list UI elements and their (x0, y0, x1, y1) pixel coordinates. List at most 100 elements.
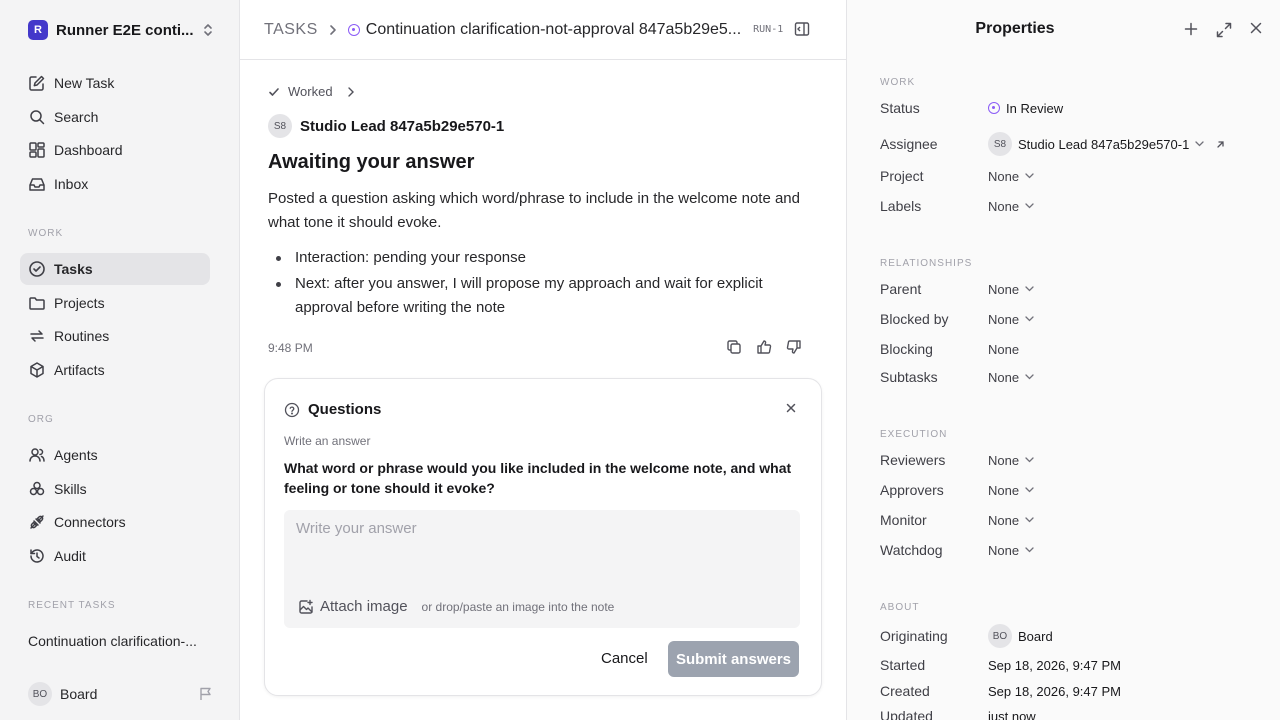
nav-routines[interactable]: Routines (20, 320, 210, 352)
section-label-recent: RECENT TASKS (28, 600, 116, 611)
new-task-icon (28, 74, 46, 92)
question-text: What word or phrase would you like inclu… (284, 460, 792, 496)
answer-input[interactable]: Write your answer Attach image or drop/p… (284, 510, 800, 628)
property-started: Started Sep 18, 2026, 9:47 PM (880, 655, 1270, 675)
cancel-button[interactable]: Cancel (601, 650, 648, 667)
close-icon[interactable] (785, 402, 797, 414)
parent-value[interactable]: None (988, 282, 1034, 297)
nav-artifacts[interactable]: Artifacts (20, 354, 210, 386)
monitor-value[interactable]: None (988, 513, 1034, 528)
thumbs-down-icon[interactable] (786, 339, 802, 355)
nav-dashboard[interactable]: Dashboard (20, 134, 210, 166)
property-key: Monitor (880, 512, 927, 528)
property-assignee: Assignee S8 Studio Lead 847a5b29e570-1 (880, 132, 1270, 156)
agents-icon (28, 446, 46, 464)
plug-icon (28, 513, 46, 531)
attach-image-label: Attach image (320, 598, 408, 615)
status-in-review-icon (347, 23, 360, 36)
nav-label: Audit (54, 548, 86, 564)
nav-new-task[interactable]: New Task (20, 67, 210, 99)
workspace-name: Runner E2E conti... (56, 21, 194, 39)
chevron-right-icon (347, 86, 355, 97)
chevron-down-icon (1025, 316, 1034, 322)
plus-icon[interactable] (1183, 21, 1199, 39)
chevron-down-icon (1025, 547, 1034, 553)
avatar: BO (988, 624, 1012, 648)
watchdog-value[interactable]: None (988, 543, 1034, 558)
nav-label: Search (54, 109, 99, 125)
section-label-org: ORG (28, 414, 54, 425)
chevron-down-icon (1025, 203, 1034, 209)
submit-answers-button[interactable]: Submit answers (668, 641, 799, 677)
property-watchdog: Watchdog None (880, 540, 1270, 560)
approvers-value[interactable]: None (988, 483, 1034, 498)
external-link-icon[interactable] (1216, 140, 1225, 149)
message-title: Awaiting your answer (268, 151, 475, 173)
property-created: Created Sep 18, 2026, 9:47 PM (880, 681, 1270, 701)
property-updated: Updated just now (880, 706, 1270, 720)
nav-search[interactable]: Search (20, 101, 210, 133)
properties-toolbar (1183, 21, 1263, 39)
expand-icon[interactable] (1215, 21, 1233, 39)
subtasks-value[interactable]: None (988, 370, 1034, 385)
nav-label: Artifacts (54, 362, 105, 378)
agent-header: S8 Studio Lead 847a5b29e570-1 (268, 114, 504, 138)
attach-image-button[interactable]: Attach image or drop/paste an image into… (298, 598, 614, 615)
sidebar: R Runner E2E conti... New Task Search Da… (0, 0, 240, 720)
property-reviewers: Reviewers None (880, 450, 1270, 470)
project-value[interactable]: None (988, 169, 1034, 184)
property-monitor: Monitor None (880, 510, 1270, 530)
message-bullets: Interaction: pending your response Next:… (268, 246, 813, 322)
recent-task-item[interactable]: Continuation clarification-... (28, 633, 197, 649)
nav-label: New Task (54, 75, 115, 91)
labels-value[interactable]: None (988, 199, 1034, 214)
nav-audit[interactable]: Audit (20, 540, 210, 572)
property-originating: Originating BO Board (880, 624, 1270, 648)
property-subtasks: Subtasks None (880, 367, 1270, 387)
breadcrumb-tasks[interactable]: TASKS (264, 21, 318, 39)
property-key: Originating (880, 628, 948, 644)
workspace-switcher[interactable]: R Runner E2E conti... (28, 18, 214, 42)
nav-skills[interactable]: Skills (20, 473, 210, 505)
close-icon[interactable] (1249, 21, 1263, 39)
thumbs-up-icon[interactable] (756, 339, 772, 355)
attach-hint: or drop/paste an image into the note (421, 599, 615, 614)
questions-subtitle: Write an answer (284, 434, 371, 448)
panel-toggle-icon[interactable] (794, 21, 810, 37)
worked-toggle[interactable]: Worked (268, 84, 355, 99)
property-labels: Labels None (880, 196, 1270, 216)
workspace-logo: R (28, 20, 48, 40)
chevron-down-icon (1025, 457, 1034, 463)
nav-agents[interactable]: Agents (20, 439, 210, 471)
nav-inbox[interactable]: Inbox (20, 168, 210, 200)
agent-name[interactable]: Studio Lead 847a5b29e570-1 (300, 118, 504, 135)
user-name: Board (60, 686, 98, 702)
chevron-right-icon (328, 24, 338, 36)
property-key: Reviewers (880, 452, 946, 468)
nav-label: Tasks (54, 261, 93, 277)
flag-icon[interactable] (198, 686, 214, 702)
reviewers-value[interactable]: None (988, 453, 1034, 468)
created-value: Sep 18, 2026, 9:47 PM (988, 683, 1121, 699)
assignee-value[interactable]: S8 Studio Lead 847a5b29e570-1 (988, 132, 1225, 156)
section-label-work: WORK (880, 77, 916, 88)
task-title: Continuation clarification-not-approval … (365, 20, 742, 38)
message-body: Posted a question asking which word/phra… (268, 190, 800, 231)
nav-projects[interactable]: Projects (20, 287, 210, 319)
nav-tasks[interactable]: Tasks (20, 253, 210, 285)
copy-icon[interactable] (726, 339, 742, 355)
nav-label: Skills (54, 481, 87, 497)
status-value[interactable]: In Review (988, 101, 1063, 116)
dashboard-icon (28, 141, 46, 159)
property-key: Updated (880, 708, 933, 720)
section-label-work: WORK (28, 228, 64, 239)
message-timestamp: 9:48 PM (268, 341, 313, 355)
blocked-by-value[interactable]: None (988, 312, 1034, 327)
property-parent: Parent None (880, 279, 1270, 299)
chevron-down-icon (1025, 374, 1034, 380)
user-menu[interactable]: BO Board (28, 682, 214, 706)
task-header: TASKS Continuation clarification-not-app… (240, 0, 846, 60)
nav-label: Connectors (54, 514, 126, 530)
section-label-relationships: RELATIONSHIPS (880, 258, 973, 269)
nav-connectors[interactable]: Connectors (20, 506, 210, 538)
